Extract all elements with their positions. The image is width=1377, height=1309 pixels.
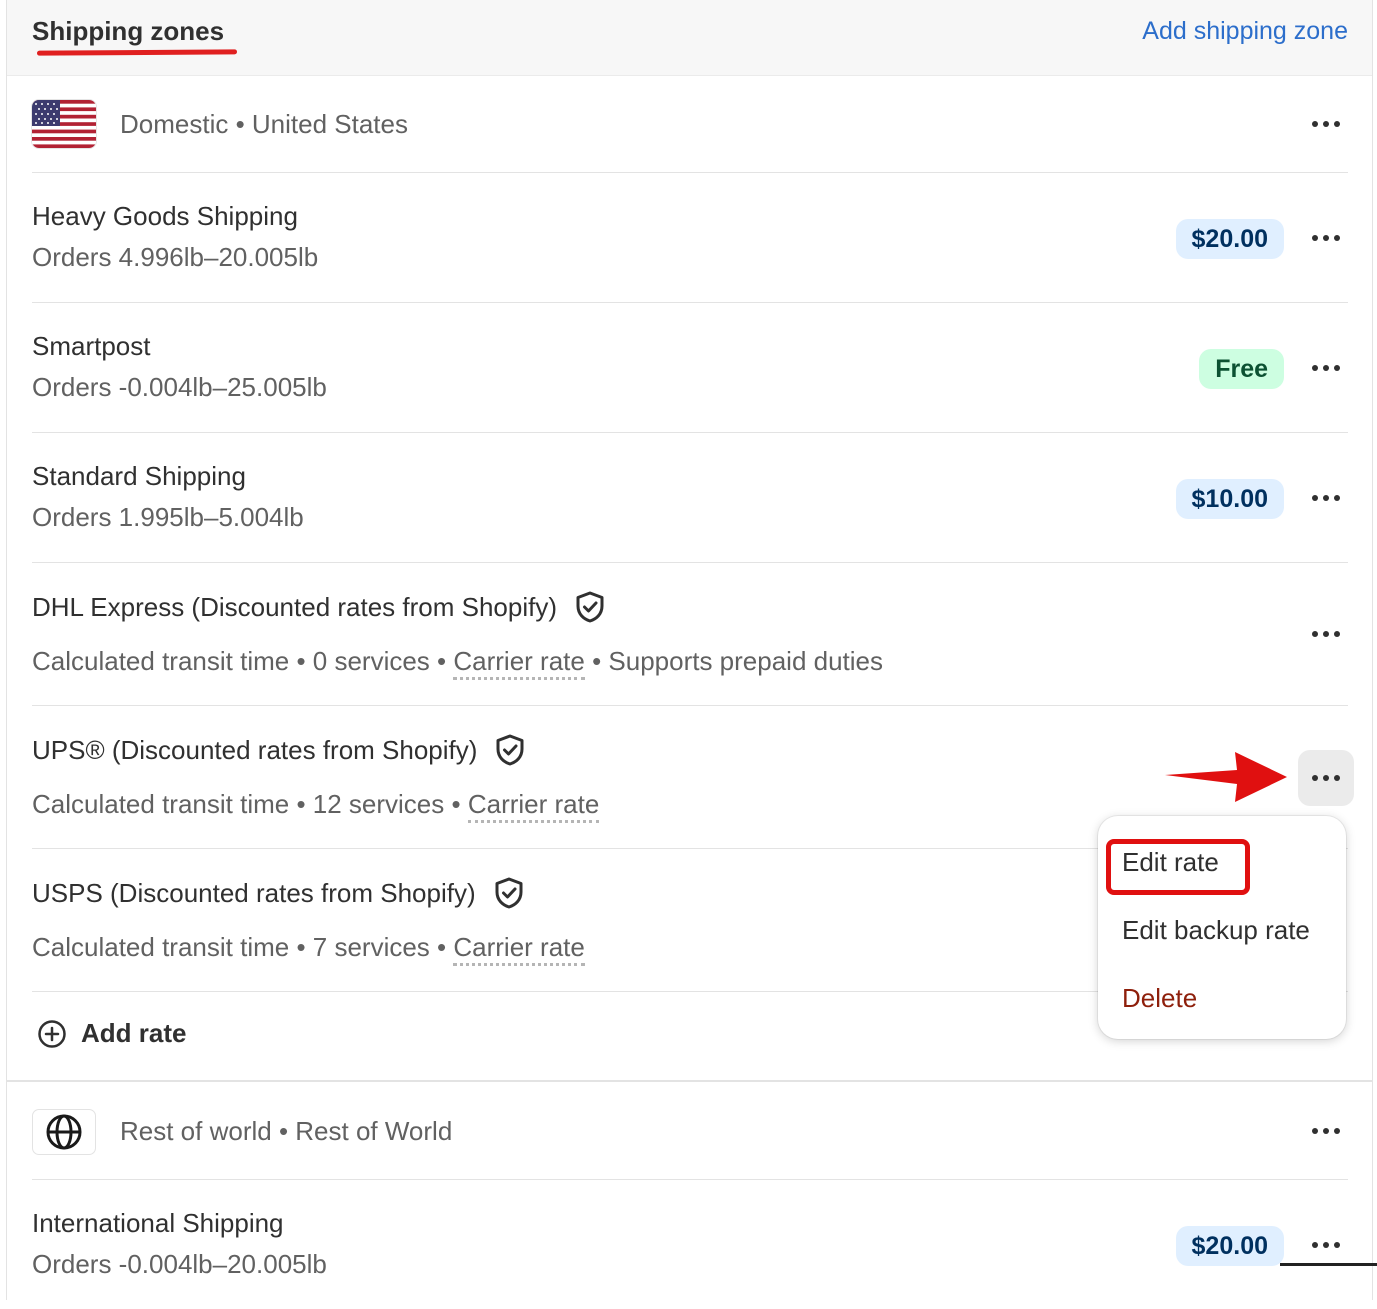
rate-condition: Orders -0.004lb–25.005lb	[32, 372, 327, 402]
rate-details-text: Calculated transit time • 7 services •	[32, 932, 454, 962]
rate-row-standard: Standard Shipping Orders 1.995lb–5.004lb…	[32, 433, 1348, 563]
add-shipping-zone-link[interactable]: Add shipping zone	[1142, 17, 1348, 46]
price-badge: $20.00	[1175, 1226, 1284, 1266]
more-horizontal-icon	[1312, 235, 1340, 241]
rate-details-text: Calculated transit time • 12 services •	[32, 789, 468, 819]
globe-icon	[46, 1114, 82, 1150]
more-horizontal-icon	[1312, 631, 1340, 637]
rate-details-text: Calculated transit time • 0 services •	[32, 646, 454, 676]
rate-name: UPS® (Discounted rates from Shopify)	[32, 734, 525, 766]
rate-name-text: International Shipping	[32, 1208, 284, 1238]
rate-name-text: USPS (Discounted rates from Shopify)	[32, 877, 476, 908]
more-horizontal-icon	[1312, 365, 1340, 371]
plus-circle-icon	[38, 1019, 66, 1048]
rate-details-extra: • Supports prepaid duties	[584, 646, 884, 676]
zone-header-domestic: Domestic • United States	[32, 76, 1348, 173]
rate-name-text: DHL Express (Discounted rates from Shopi…	[32, 591, 558, 622]
menu-item-edit-rate[interactable]: Edit rate	[1122, 847, 1219, 878]
rate-more-actions-button[interactable]	[1298, 606, 1354, 662]
price-badge: $10.00	[1175, 479, 1284, 519]
rate-row-heavy-goods: Heavy Goods Shipping Orders 4.996lb–20.0…	[32, 173, 1348, 303]
shipping-zones-card: Shipping zones Add shipping zone Domesti…	[6, 0, 1373, 1300]
zone-header-rest-of-world: Rest of world • Rest of World	[32, 1083, 1348, 1180]
shield-check-icon	[576, 591, 604, 623]
rate-name-text: UPS® (Discounted rates from Shopify)	[32, 734, 478, 765]
globe-icon-container	[32, 1109, 96, 1155]
add-rate-label: Add rate	[81, 1018, 187, 1048]
rate-name-text: Heavy Goods Shipping	[32, 201, 298, 231]
rate-details: Calculated transit time • 0 services • C…	[32, 646, 884, 680]
rate-name: Standard Shipping	[32, 461, 246, 492]
rate-more-actions-button[interactable]	[1298, 340, 1354, 396]
add-rate-button[interactable]: Add rate	[37, 1018, 186, 1049]
rate-name-text: Standard Shipping	[32, 461, 246, 491]
rate-row-international: International Shipping Orders -0.004lb–2…	[32, 1180, 1348, 1309]
more-horizontal-icon	[1312, 1242, 1340, 1248]
rate-row-smartpost: Smartpost Orders -0.004lb–25.005lb Free	[32, 303, 1348, 433]
rate-condition: Orders 1.995lb–5.004lb	[32, 502, 304, 532]
rate-more-actions-button-active[interactable]	[1298, 750, 1354, 806]
card-header: Shipping zones Add shipping zone	[7, 0, 1372, 76]
more-horizontal-icon	[1312, 495, 1340, 501]
rate-more-actions-button[interactable]	[1298, 470, 1354, 526]
rate-details: Calculated transit time • 12 services • …	[32, 789, 600, 823]
title-annotation-underline	[36, 49, 238, 56]
price-badge: Free	[1199, 349, 1284, 389]
more-horizontal-icon	[1312, 1128, 1340, 1134]
zone-more-actions-button[interactable]	[1298, 96, 1354, 152]
carrier-rate-tooltip[interactable]: Carrier rate	[467, 789, 600, 823]
rate-more-actions-button[interactable]	[1298, 210, 1354, 266]
rate-condition: Orders -0.004lb–20.005lb	[32, 1249, 327, 1279]
zone-label-domestic: Domestic • United States	[120, 109, 408, 139]
annotation-arrow-icon	[1165, 752, 1287, 802]
rate-details: Calculated transit time • 7 services • C…	[32, 932, 585, 966]
zone-label-rest-of-world: Rest of world • Rest of World	[120, 1116, 453, 1146]
rate-name: Smartpost	[32, 331, 151, 362]
rate-row-dhl: DHL Express (Discounted rates from Shopi…	[32, 563, 1348, 706]
shield-check-icon	[496, 734, 524, 766]
rate-condition: Orders 4.996lb–20.005lb	[32, 242, 319, 272]
price-badge: $20.00	[1175, 219, 1284, 259]
more-horizontal-icon	[1312, 121, 1340, 127]
carrier-rate-tooltip[interactable]: Carrier rate	[453, 646, 585, 680]
zone-more-actions-button[interactable]	[1298, 1103, 1354, 1159]
us-flag-icon	[32, 100, 96, 148]
page-title: Shipping zones	[32, 16, 225, 46]
menu-item-edit-backup-rate[interactable]: Edit backup rate	[1122, 915, 1310, 946]
rate-actions-menu: Edit rate Edit backup rate Delete	[1098, 816, 1346, 1039]
rate-name: DHL Express (Discounted rates from Shopi…	[32, 591, 605, 623]
more-horizontal-icon	[1312, 775, 1340, 781]
menu-item-delete[interactable]: Delete	[1122, 983, 1197, 1014]
zone-divider	[7, 1080, 1372, 1082]
rate-name-text: Smartpost	[32, 331, 151, 361]
rate-name: International Shipping	[32, 1208, 284, 1239]
rate-name: USPS (Discounted rates from Shopify)	[32, 877, 524, 909]
rate-name: Heavy Goods Shipping	[32, 201, 298, 232]
shield-check-icon	[495, 877, 523, 909]
carrier-rate-tooltip[interactable]: Carrier rate	[453, 932, 585, 966]
